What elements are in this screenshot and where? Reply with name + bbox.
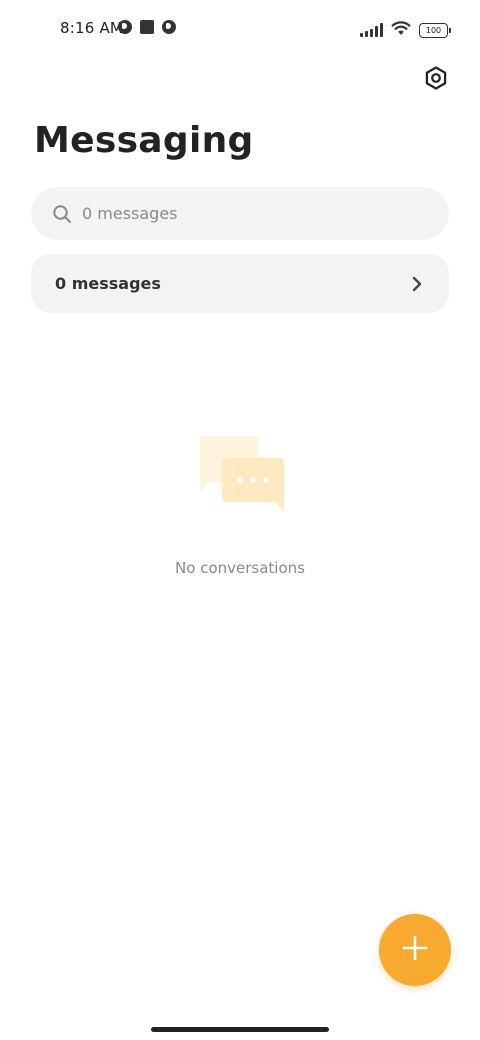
home-indicator[interactable] xyxy=(151,1027,329,1032)
notification-app-icon xyxy=(118,20,132,34)
battery-icon: 100 xyxy=(419,22,451,38)
system-icons: 100 xyxy=(360,20,451,40)
search-input[interactable]: 0 messages xyxy=(31,187,449,240)
wifi-icon xyxy=(391,20,411,40)
notification-square-icon xyxy=(140,20,154,34)
settings-icon xyxy=(423,65,449,95)
new-conversation-button[interactable] xyxy=(379,914,451,986)
status-bar: 8:16 AM 100 xyxy=(0,14,480,42)
messaging-screen: 8:16 AM 100 Messaging 0 messages 0 messa… xyxy=(0,0,480,1040)
empty-state-text: No conversations xyxy=(175,559,305,577)
search-placeholder: 0 messages xyxy=(82,204,178,223)
notification-app-icon xyxy=(162,20,176,34)
notification-icons xyxy=(118,20,176,34)
settings-button[interactable] xyxy=(420,64,452,96)
messages-row-label: 0 messages xyxy=(55,274,161,293)
plus-icon xyxy=(401,934,429,966)
search-icon xyxy=(51,203,73,225)
signal-icon xyxy=(360,23,383,37)
page-title: Messaging xyxy=(34,120,254,161)
status-time: 8:16 AM xyxy=(60,19,124,37)
messages-row[interactable]: 0 messages xyxy=(31,254,449,313)
chevron-right-icon xyxy=(409,276,425,292)
chat-bubbles-icon xyxy=(194,434,286,514)
